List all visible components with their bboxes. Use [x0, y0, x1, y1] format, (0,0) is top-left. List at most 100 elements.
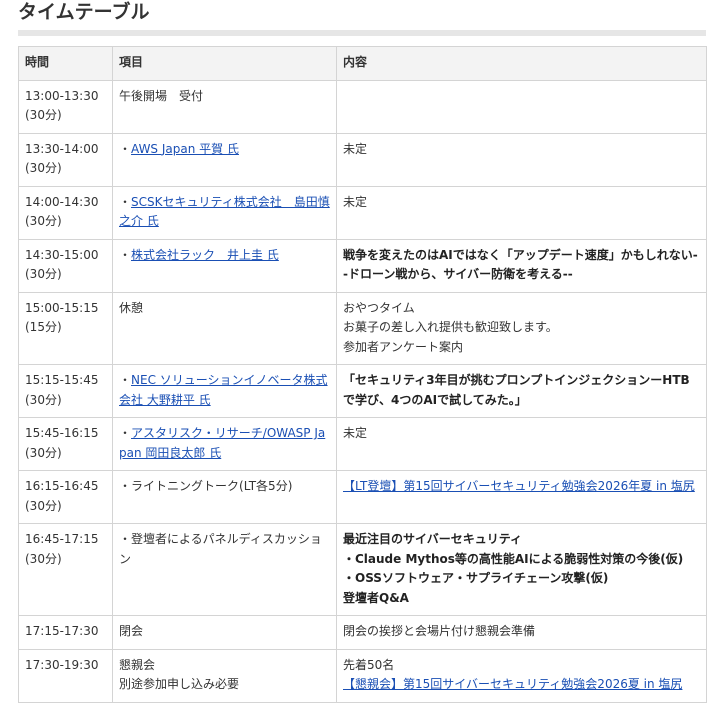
table-row: 15:45-16:15 (30分) ・アスタリスク・リサーチ/OWASP Japan… [18, 417, 707, 471]
duration: (30分) [25, 108, 62, 122]
duration: (30分) [25, 551, 62, 566]
content-cell: 未定 [336, 132, 707, 187]
time-range: 15:45-16:15 [25, 426, 99, 440]
content-cell: 「セキュリティ3年目が挑むプロンプトインジェクションーHTBで学び、4つのAIで… [336, 364, 707, 418]
content-text: 閉会の挨拶と会場片付け懇親会準備 [343, 624, 536, 638]
content-link[interactable]: 【懇親会】第15回サイバーセキュリティ勉強会2026夏 in 塩尻 [343, 675, 700, 695]
table-row: 13:00-13:30 (30分) 午後開場 受付 [18, 79, 707, 134]
table-row: 13:30-14:00 (30分) ・AWS Japan 平賀 氏未定 [18, 132, 707, 187]
content-text: 「セキュリティ3年目が挑むプロンプトインジェクションーHTBで学び、4つのAIで… [343, 373, 690, 407]
item-cell: ・SCSKセキュリティ株式会社 島田慎之介 氏 [112, 185, 337, 240]
duration: (15分) [25, 320, 62, 334]
item-cell: 午後開場 受付 [112, 79, 337, 134]
speaker-link[interactable]: 株式会社ラック 井上圭 氏 [131, 248, 279, 262]
item-label: 懇親会 [119, 657, 156, 672]
item-cell: ・NEC ソリューションイノベータ株式会社 大野耕平 氏 [112, 364, 337, 418]
table-row: 17:30-19:30 懇親会 別途参加申し込み必要 先着50名 【懇親会】第15回サイ… [18, 648, 707, 703]
duration: (30分) [25, 392, 62, 407]
speaker-link[interactable]: SCSKセキュリティ株式会社 島田慎之介 氏 [119, 195, 330, 229]
table-row: 15:00-15:15 (15分) 休憩 おやつタイムお菓子の差し入れ提供も歓迎致しま… [18, 291, 707, 365]
time-cell: 17:15-17:30 [18, 615, 113, 650]
item-label: 休憩 [119, 300, 144, 315]
time-range: 13:00-13:30 [25, 88, 99, 103]
header-item: 項目 [112, 46, 337, 81]
duration: (30分) [25, 267, 62, 281]
content-text: ・OSSソフトウェア・サプライチェーン攻撃(仮) [343, 571, 609, 585]
time-cell: 15:00-15:15 (15分) [18, 291, 113, 365]
bullet-mark: ・ [119, 426, 132, 440]
content-cell: 最近注目のサイバーセキュリティ ・Claude Mythos等の高性能AIによる脆… [336, 523, 707, 616]
content-text: お菓子の差し入れ提供も歓迎致します。 [343, 320, 558, 334]
time-cell: 15:45-16:15 (30分) [18, 417, 113, 471]
item-cell: 懇親会別途参加申し込み必要 [112, 648, 337, 703]
speaker-link[interactable]: AWS Japan 平賀 氏 [131, 142, 239, 156]
table-header-row: 時間 項目 内容 [18, 46, 707, 81]
content-text: 登壇者Q&A [343, 590, 409, 605]
timetable-body: 13:00-13:30 (30分) 午後開場 受付 13:30-14:00 (30分) ・… [18, 79, 707, 703]
time-cell: 16:45-17:15 (30分) [18, 523, 113, 616]
content-text: 最近注目のサイバーセキュリティ [343, 532, 523, 546]
time-cell: 17:30-19:30 [18, 648, 113, 703]
content-cell: 【LT登壇】第15回サイバーセキュリティ勉強会2026年夏 in 塩尻 [336, 470, 707, 524]
time-range: 15:00-15:15 [25, 300, 99, 315]
bullet-mark: ・ [119, 479, 132, 493]
bullet-mark: ・ [119, 247, 132, 262]
duration: (30分) [25, 498, 62, 513]
content-cell: 閉会の挨拶と会場片付け懇親会準備 [336, 615, 707, 650]
table-row: 17:15-17:30 閉会 閉会の挨拶と会場片付け懇親会準備 [18, 615, 707, 650]
item-label: ライトニングトーク(LT各5分) [131, 479, 293, 493]
time-range: 17:15-17:30 [25, 624, 99, 638]
content-text: 先着50名 [343, 657, 395, 672]
time-cell: 14:30-15:00 (30分) [18, 238, 113, 293]
item-sub-label: 別途参加申し込み必要 [119, 677, 240, 691]
time-range: 16:45-17:15 [25, 532, 99, 546]
duration: (30分) [25, 445, 62, 460]
header-time: 時間 [18, 46, 113, 81]
title-divider [18, 30, 706, 36]
content-text: 未定 [343, 194, 368, 209]
bullet-mark: ・ [119, 532, 132, 546]
content-text: 参加者アンケート案内 [343, 339, 464, 354]
speaker-link[interactable]: NEC ソリューションイノベータ株式会社 大野耕平 氏 [119, 373, 328, 407]
content-cell: 未定 [336, 185, 707, 240]
time-cell: 13:30-14:00 (30分) [18, 132, 113, 187]
duration: (30分) [25, 161, 62, 175]
item-cell: ・ライトニングトーク(LT各5分) [112, 470, 337, 524]
item-cell: 閉会 [112, 615, 337, 650]
content-text: 未定 [343, 426, 368, 440]
item-cell: ・株式会社ラック 井上圭 氏 [112, 238, 337, 293]
content-cell: 戦争を変えたのはAIではなく「アップデート速度」かもしれない--ドローン戦から、… [336, 238, 707, 293]
header-content: 内容 [336, 46, 707, 81]
content-cell: 未定 [336, 417, 707, 471]
time-cell: 16:15-16:45 (30分) [18, 470, 113, 524]
content-cell: おやつタイムお菓子の差し入れ提供も歓迎致します。 参加者アンケート案内 [336, 291, 707, 365]
content-text: おやつタイム [343, 300, 415, 315]
table-row: 15:15-15:45 (30分) ・NEC ソリューションイノベータ株式会社 大野… [18, 364, 707, 418]
item-cell: 休憩 [112, 291, 337, 365]
item-cell: ・登壇者によるパネルディスカッション [112, 523, 337, 616]
time-range: 15:15-15:45 [25, 373, 99, 387]
content-link[interactable]: 【LT登壇】第15回サイバーセキュリティ勉強会2026年夏 in 塩尻 [343, 477, 700, 497]
table-row: 16:15-16:45 (30分) ・ライトニングトーク(LT各5分) 【LT登壇】第… [18, 470, 707, 524]
item-cell: ・アスタリスク・リサーチ/OWASP Japan 岡田良太郎 氏 [112, 417, 337, 471]
time-range: 14:00-14:30 [25, 194, 99, 209]
time-range: 16:15-16:45 [25, 479, 99, 493]
table-row: 14:00-14:30 (30分) ・SCSKセキュリティ株式会社 島田慎之介 氏未… [18, 185, 707, 240]
item-label: 閉会 [119, 624, 144, 638]
page-title: タイムテーブル [18, 1, 150, 23]
bullet-mark: ・ [119, 373, 132, 387]
item-label: 午後開場 受付 [119, 88, 204, 103]
time-range: 17:30-19:30 [25, 657, 99, 672]
speaker-link[interactable]: アスタリスク・リサーチ/OWASP Japan 岡田良太郎 氏 [119, 426, 325, 460]
content-text: 未定 [343, 141, 368, 156]
time-range: 13:30-14:00 [25, 141, 99, 156]
content-cell [336, 79, 707, 134]
item-cell: ・AWS Japan 平賀 氏 [112, 132, 337, 187]
table-row: 14:30-15:00 (30分) ・株式会社ラック 井上圭 氏戦争を変えたのはAI… [18, 238, 707, 293]
time-cell: 14:00-14:30 (30分) [18, 185, 113, 240]
bullet-mark: ・ [119, 141, 132, 156]
content-cell: 先着50名【懇親会】第15回サイバーセキュリティ勉強会2026夏 in 塩尻 [336, 648, 707, 703]
duration: (30分) [25, 214, 62, 228]
time-cell: 15:15-15:45 (30分) [18, 364, 113, 418]
timetable: 時間 項目 内容 13:00-13:30 (30分) 午後開場 受付 13:30-14… [18, 46, 707, 703]
